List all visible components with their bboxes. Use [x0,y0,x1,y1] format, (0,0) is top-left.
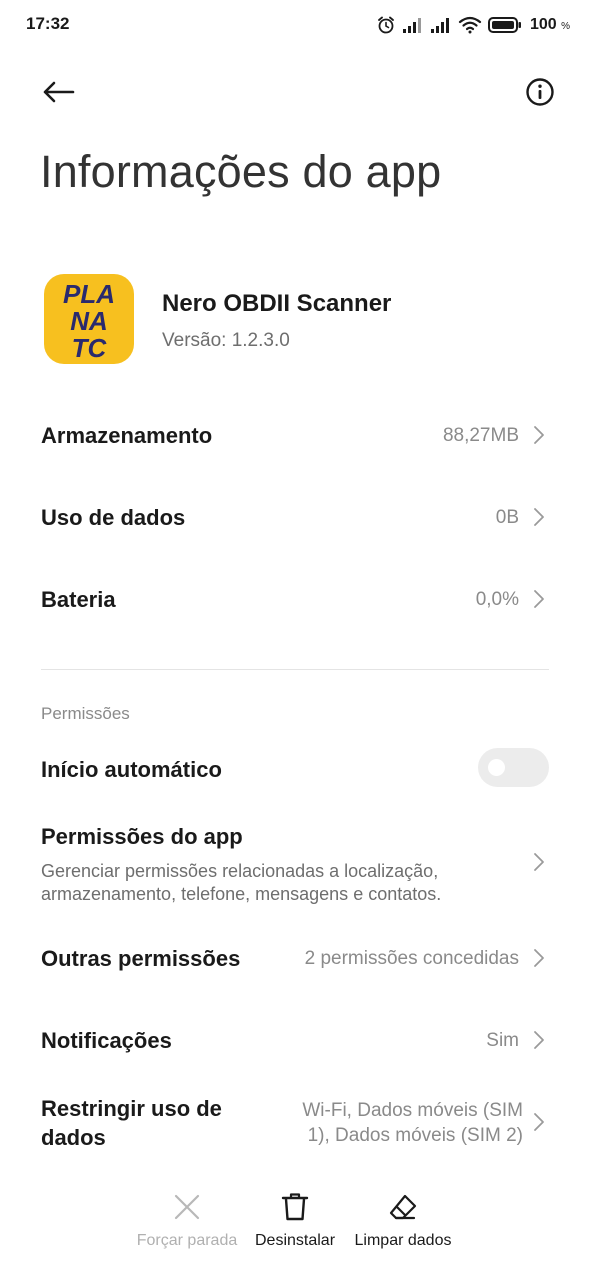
chevron-right-icon [527,946,551,970]
restrict-data-label: Restringir uso de dados [41,1096,222,1150]
autostart-row: Início automático [41,754,461,784]
restrict-data-row[interactable]: Restringir uso de dados Wi-Fi, Dados móv… [41,1092,551,1154]
app-name: Nero OBDII Scanner [162,290,392,317]
page-title: Informações do app [40,146,442,197]
toggle-knob [488,759,505,776]
other-permissions-row[interactable]: Outras permissões 2 permissões concedida… [41,943,551,973]
status-time: 17:32 [26,14,70,33]
data-usage-row[interactable]: Uso de dados 0B [41,502,551,532]
eraser-icon [388,1188,418,1226]
autostart-label: Início automático [41,756,222,782]
info-button[interactable] [520,72,560,112]
notifications-row[interactable]: Notificações Sim [41,1025,551,1055]
notifications-value: Sim [486,1029,519,1051]
status-icons: 100 % [376,12,570,38]
notifications-label: Notificações [41,1027,172,1053]
chevron-right-icon [527,587,551,611]
storage-row[interactable]: Armazenamento 88,27MB [41,420,551,450]
close-icon [173,1188,201,1226]
info-circle-icon [526,78,554,106]
storage-value: 88,27MB [442,424,519,446]
alarm-icon [378,16,394,34]
signal-icon [430,18,449,33]
clear-data-label: Limpar dados [354,1232,452,1249]
autostart-toggle[interactable] [478,748,549,787]
trash-icon [281,1188,309,1226]
chevron-right-icon [527,1028,551,1052]
section-divider [41,669,549,670]
clear-data-button[interactable]: Limpar dados [347,1188,459,1254]
status-bar: 17:32 100 % [0,0,590,50]
other-permissions-value: 2 permissões concedidas [304,947,519,969]
arrow-left-icon [43,81,75,103]
svg-text:PLA: PLA [63,279,115,309]
chevron-right-icon [527,505,551,529]
battery-row[interactable]: Bateria 0,0% [41,584,551,614]
uninstall-label: Desinstalar [254,1232,336,1249]
app-permissions-row[interactable]: Permissões do app Gerenciar permissões r… [41,820,551,910]
svg-text:TC: TC [72,333,108,363]
chevron-right-icon [527,423,551,447]
other-permissions-label: Outras permissões [41,945,241,971]
signal-icon [402,18,421,33]
chevron-right-icon [527,850,551,874]
svg-text:NA: NA [70,306,108,336]
battery-label: Bateria [41,586,116,612]
data-usage-value: 0B [495,506,519,528]
back-button[interactable] [36,72,80,112]
uninstall-button[interactable]: Desinstalar [248,1188,342,1254]
app-version: Versão: 1.2.3.0 [162,330,290,351]
permissions-section-label: Permissões [41,704,130,723]
app-logo: PLA NA TC [63,279,115,363]
battery-value: 0,0% [475,588,519,610]
app-header: PLA NA TC Nero OBDII Scanner Versão: 1.2… [44,274,554,366]
force-stop-label: Forçar parada [136,1232,238,1249]
data-usage-label: Uso de dados [41,504,186,530]
storage-label: Armazenamento [41,422,213,448]
app-permissions-title: Permissões do app [41,824,243,849]
wifi-icon [458,16,482,34]
app-icon: PLA NA TC [44,274,134,364]
force-stop-button[interactable]: Forçar parada [128,1188,246,1254]
restrict-data-value: Wi-Fi, Dados móveis (SIM 1), Dados móvei… [302,1100,523,1146]
app-permissions-subtitle: Gerenciar permissões relacionadas a loca… [41,861,442,904]
battery-percent: 100 % [529,16,570,33]
battery-icon [487,17,521,33]
chevron-right-icon [527,1110,551,1134]
bottom-action-bar: Forçar parada Desinstalar Limpar dados [0,1188,590,1258]
